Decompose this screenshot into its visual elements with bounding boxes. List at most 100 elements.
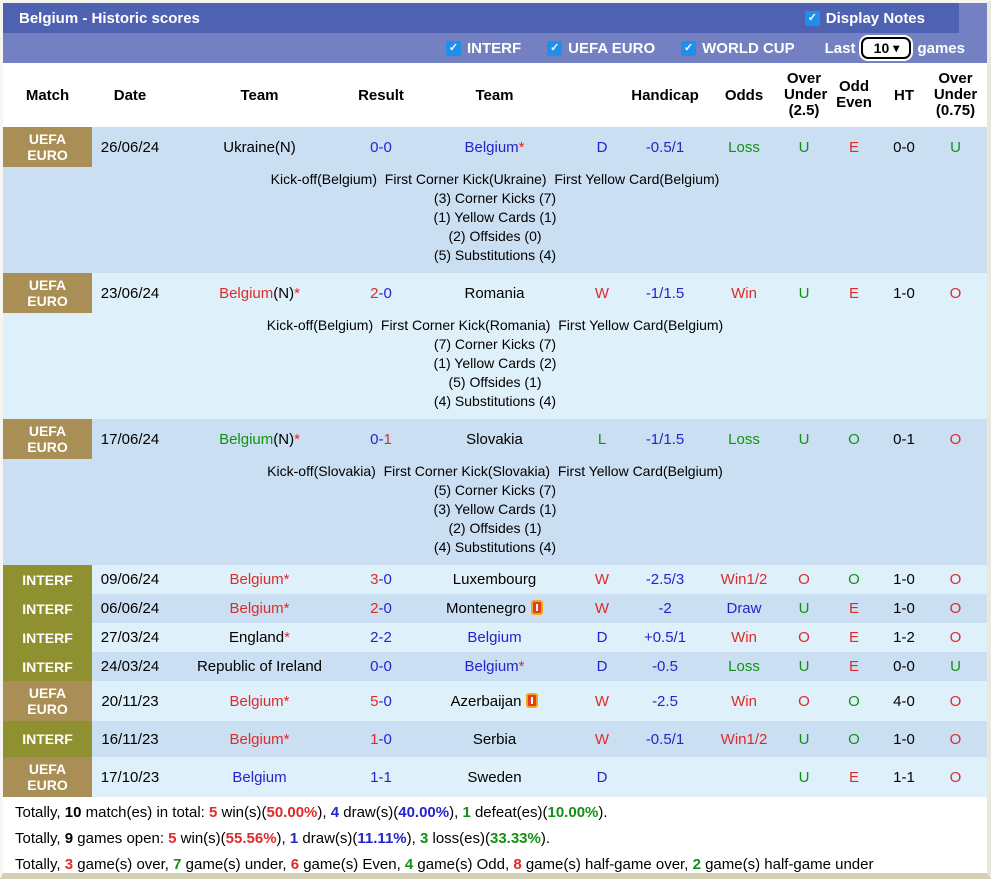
star-marker: * — [284, 731, 290, 748]
note-line: (3) Corner Kicks (7) — [3, 189, 987, 208]
competition-badge-line: EURO — [27, 439, 67, 455]
summary-line-total: Totally, 10 match(es) in total: 5 win(s)… — [15, 800, 987, 826]
home-team-name: Belgium — [219, 431, 273, 448]
competition-badge-line: EURO — [27, 777, 67, 793]
competition-badge-line: UEFA — [29, 761, 66, 777]
away-team[interactable]: Luxembourg* — [411, 571, 578, 588]
header-handicap: Handicap — [626, 87, 704, 104]
neutral-venue-suffix: (N) — [273, 285, 294, 302]
half-time-score: 0-0 — [884, 658, 924, 675]
handicap-result-letter: W — [578, 571, 626, 588]
odd-even-value: E — [824, 139, 884, 156]
over-under-25-value: U — [784, 431, 824, 448]
match-date: 16/11/23 — [92, 731, 168, 748]
over-under-25-value: U — [784, 658, 824, 675]
away-team[interactable]: Belgium* — [411, 658, 578, 675]
note-line: (7) Corner Kicks (7) — [3, 335, 987, 354]
handicap-value: -0.5 — [626, 658, 704, 675]
competition-badge-line: INTERF — [22, 601, 73, 617]
odd-even-value: E — [824, 629, 884, 646]
over-under-25-value: O — [784, 571, 824, 588]
historic-scores-panel: Belgium - Historic scores ✓ Display Note… — [0, 0, 991, 879]
summary-line-open: Totally, 9 games open: 5 win(s)(55.56%),… — [15, 826, 987, 852]
over-under-075-value: O — [924, 600, 987, 617]
competition-label-world-cup: WORLD CUP — [702, 40, 795, 57]
away-team[interactable]: Sweden* — [411, 769, 578, 786]
competition-badge: UEFAEURO — [3, 419, 92, 459]
summary-line-over-under: Totally, 3 game(s) over, 7 game(s) under… — [15, 852, 987, 878]
handicap-value: -2 — [626, 600, 704, 617]
away-team[interactable]: Belgium* — [411, 629, 578, 646]
over-under-075-value: O — [924, 431, 987, 448]
match-score: 0-0 — [351, 658, 411, 675]
home-team-name: Ukraine — [223, 139, 275, 156]
away-team-name: Luxembourg — [453, 571, 536, 588]
competition-checkbox-uefa-euro[interactable]: ✓ — [547, 41, 562, 56]
away-team-name: Sweden — [467, 769, 521, 786]
over-under-25-value: U — [784, 769, 824, 786]
competition-checkbox-interf[interactable]: ✓ — [446, 41, 461, 56]
match-notes: Kick-off(Slovakia) First Corner Kick(Slo… — [3, 459, 987, 565]
over-under-075-value: O — [924, 769, 987, 786]
home-team[interactable]: Belgium* — [168, 600, 351, 617]
match-row-group: UEFAEURO 17/10/23 Belgium* 1-1 Sweden* D — [3, 757, 987, 797]
match-row-group: UEFAEURO 17/06/24 Belgium(N)* 0-1 Slovak… — [3, 419, 987, 565]
match-score: 1-0 — [351, 731, 411, 748]
home-team[interactable]: Belgium* — [168, 769, 351, 786]
home-team-name: England — [229, 629, 284, 646]
home-team[interactable]: Belgium(N)* — [168, 431, 351, 448]
summary-footer: Totally, 10 match(es) in total: 5 win(s)… — [3, 797, 987, 878]
competition-badge-line: UEFA — [29, 131, 66, 147]
odds-result: Draw — [704, 600, 784, 617]
title-bar: Belgium - Historic scores ✓ Display Note… — [3, 3, 987, 33]
header-ht: HT — [884, 87, 924, 104]
header-odd-even: OddEven — [824, 79, 884, 111]
away-team[interactable]: Belgium* — [411, 139, 578, 156]
last-games-select[interactable]: 10 ▾ — [861, 37, 911, 59]
odd-even-value: E — [824, 769, 884, 786]
checkmark-icon: ✓ — [550, 43, 559, 54]
half-time-score: 1-0 — [884, 731, 924, 748]
competition-badge: UEFAEURO — [3, 273, 92, 313]
away-team-name: Montenegro — [446, 600, 526, 617]
home-team[interactable]: Belgium* — [168, 731, 351, 748]
away-team[interactable]: Romania* — [411, 285, 578, 302]
away-team[interactable]: Serbia* — [411, 731, 578, 748]
handicap-result-letter: L — [578, 431, 626, 448]
away-team-name: Serbia — [473, 731, 516, 748]
match-date: 06/06/24 — [92, 600, 168, 617]
red-card-icon — [526, 693, 538, 708]
display-notes-checkbox[interactable]: ✓ — [805, 11, 820, 26]
match-date: 09/06/24 — [92, 571, 168, 588]
home-team[interactable]: Belgium(N)* — [168, 285, 351, 302]
away-team-name: Belgium — [467, 629, 521, 646]
home-team-name: Belgium — [219, 285, 273, 302]
match-row-group: UEFAEURO 23/06/24 Belgium(N)* 2-0 Romani… — [3, 273, 987, 419]
match-row: UEFAEURO 23/06/24 Belgium(N)* 2-0 Romani… — [3, 273, 987, 313]
odd-even-value: O — [824, 571, 884, 588]
odds-result: Win — [704, 629, 784, 646]
competition-label-uefa-euro: UEFA EURO — [568, 40, 655, 57]
handicap-result-letter: W — [578, 285, 626, 302]
star-marker: * — [519, 139, 525, 156]
away-team[interactable]: Montenegro* — [411, 600, 578, 617]
home-team[interactable]: Ukraine(N)* — [168, 139, 351, 156]
home-team[interactable]: Republic of Ireland* — [168, 658, 351, 675]
handicap-result-letter: D — [578, 769, 626, 786]
away-team[interactable]: Azerbaijan* — [411, 693, 578, 710]
odd-even-value: E — [824, 285, 884, 302]
away-team[interactable]: Slovakia* — [411, 431, 578, 448]
home-team[interactable]: Belgium* — [168, 693, 351, 710]
handicap-result-letter: D — [578, 629, 626, 646]
match-row: UEFAEURO 20/11/23 Belgium* 5-0 Azerbaija… — [3, 681, 987, 721]
home-team[interactable]: Belgium* — [168, 571, 351, 588]
over-under-25-value: O — [784, 629, 824, 646]
red-card-icon — [531, 600, 543, 615]
competition-checkbox-world-cup[interactable]: ✓ — [681, 41, 696, 56]
competition-badge: INTERF — [3, 565, 92, 594]
competition-badge: UEFAEURO — [3, 681, 92, 721]
home-team[interactable]: England* — [168, 629, 351, 646]
match-row-group: INTERF 06/06/24 Belgium* 2-0 Montenegro*… — [3, 594, 987, 623]
odds-result: Win1/2 — [704, 731, 784, 748]
match-row: INTERF 27/03/24 England* 2-2 Belgium* D … — [3, 623, 987, 652]
